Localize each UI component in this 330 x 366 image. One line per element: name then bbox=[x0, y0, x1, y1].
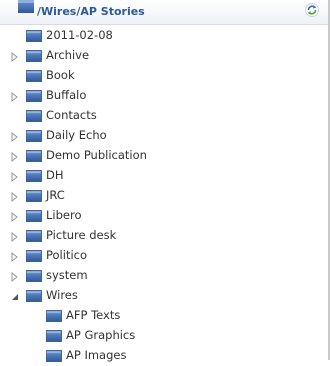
tree-item-label: AP Graphics bbox=[66, 328, 136, 342]
folder-icon bbox=[25, 170, 42, 182]
folder-icon bbox=[25, 230, 42, 242]
expand-arrow-icon[interactable] bbox=[11, 191, 19, 203]
folder-icon bbox=[25, 130, 42, 142]
tree-item[interactable]: system bbox=[0, 266, 328, 286]
tree-item-label: JRC bbox=[46, 188, 65, 202]
folder-icon bbox=[25, 290, 42, 302]
tree-item-label: Politico bbox=[46, 248, 88, 262]
collapse-arrow-icon[interactable] bbox=[11, 291, 19, 301]
folder-icon bbox=[25, 70, 42, 82]
tree-item[interactable]: Politico bbox=[0, 246, 328, 266]
expand-arrow-icon[interactable] bbox=[11, 131, 19, 143]
tree-item[interactable]: Libero bbox=[0, 206, 328, 226]
tree-item[interactable]: DH bbox=[0, 166, 328, 186]
tree-item[interactable]: Buffalo bbox=[0, 86, 328, 106]
folder-icon bbox=[25, 150, 42, 162]
expand-arrow-icon[interactable] bbox=[11, 251, 19, 263]
refresh-icon[interactable] bbox=[304, 2, 320, 18]
expand-arrow-icon[interactable] bbox=[11, 91, 19, 103]
folder-tree-panel: /Wires/AP Stories 2011-02-08 Archive Boo… bbox=[0, 0, 330, 362]
expand-arrow-icon[interactable] bbox=[11, 231, 19, 243]
folder-icon bbox=[25, 270, 42, 282]
folder-icon bbox=[25, 30, 42, 42]
tree-child-item[interactable]: AFP Texts bbox=[0, 306, 328, 326]
folder-icon bbox=[25, 110, 42, 122]
current-path-header: /Wires/AP Stories bbox=[0, 0, 328, 25]
tree-item[interactable]: Archive bbox=[0, 46, 328, 66]
expand-arrow-icon[interactable] bbox=[11, 171, 19, 183]
folder-icon bbox=[25, 90, 42, 102]
tree-item[interactable]: Daily Echo bbox=[0, 126, 328, 146]
folder-icon bbox=[25, 190, 42, 202]
tree-item-label: DH bbox=[46, 168, 64, 182]
folder-icon bbox=[45, 310, 62, 322]
tree-item-label: AFP Texts bbox=[66, 308, 121, 322]
folder-icon bbox=[45, 350, 62, 362]
tree-item-label: Daily Echo bbox=[46, 128, 107, 142]
tree-item-label: Archive bbox=[46, 48, 90, 62]
tree-item-label: Picture desk bbox=[46, 228, 117, 242]
tree-item-label: Wires bbox=[46, 288, 78, 302]
tree-item[interactable]: Wires bbox=[0, 286, 328, 306]
tree-item[interactable]: Contacts bbox=[0, 106, 328, 126]
expand-arrow-icon[interactable] bbox=[11, 151, 19, 163]
tree-item-label: Book bbox=[46, 68, 75, 82]
tree-item-label: Buffalo bbox=[46, 88, 87, 102]
tree-item-label: 2011-02-08 bbox=[46, 28, 113, 42]
tree-item[interactable]: JRC bbox=[0, 186, 328, 206]
tree-item-label: Demo Publication bbox=[46, 148, 147, 162]
folder-icon bbox=[25, 50, 42, 62]
tree-item-label: Libero bbox=[46, 208, 82, 222]
tree-item[interactable]: Demo Publication bbox=[0, 146, 328, 166]
expand-arrow-icon[interactable] bbox=[11, 51, 19, 63]
folder-icon bbox=[18, 0, 34, 13]
expand-arrow-icon[interactable] bbox=[11, 211, 19, 223]
folder-icon bbox=[25, 210, 42, 222]
tree-child-item[interactable]: AP Graphics bbox=[0, 326, 328, 346]
folder-icon bbox=[25, 250, 42, 262]
tree-item[interactable]: Picture desk bbox=[0, 226, 328, 246]
folder-tree: 2011-02-08 Archive Book Buffalo Contacts bbox=[0, 26, 328, 366]
tree-item[interactable]: 2011-02-08 bbox=[0, 26, 328, 46]
tree-item-label: system bbox=[46, 268, 88, 282]
tree-item-label: Contacts bbox=[46, 108, 97, 122]
current-path: /Wires/AP Stories bbox=[37, 5, 145, 18]
tree-item[interactable]: Book bbox=[0, 66, 328, 86]
tree-child-item[interactable]: AP Images bbox=[0, 346, 328, 366]
folder-icon bbox=[45, 330, 62, 342]
expand-arrow-icon[interactable] bbox=[11, 271, 19, 283]
